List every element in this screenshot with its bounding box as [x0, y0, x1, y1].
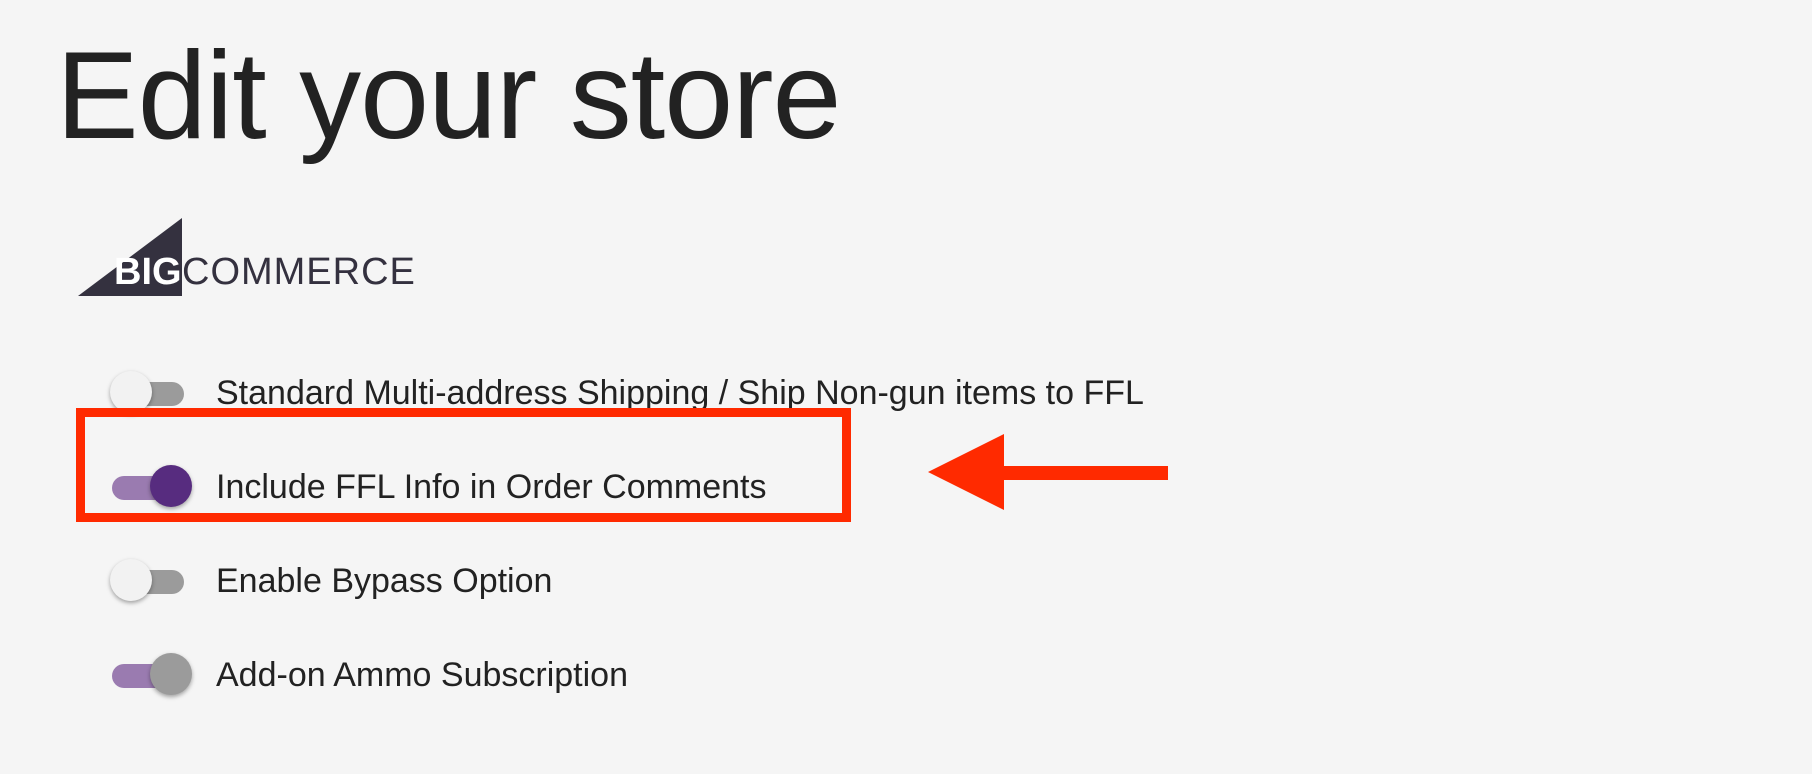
settings-list: Standard Multi-address Shipping / Ship N…	[110, 346, 1144, 722]
toggle-thumb	[150, 653, 192, 695]
toggle-thumb	[110, 371, 152, 413]
left-arrow-icon	[928, 434, 1168, 510]
setting-row-bypass-option: Enable Bypass Option	[110, 534, 552, 628]
bypass-option-toggle[interactable]	[110, 558, 186, 604]
bigcommerce-logo: BIG COMMERCE	[78, 218, 438, 296]
logo-text-commerce: COMMERCE	[182, 251, 416, 293]
bypass-option-label: Enable Bypass Option	[216, 562, 553, 600]
highlight-box	[76, 408, 851, 522]
ammo-subscription-label: Add-on Ammo Subscription	[216, 656, 628, 694]
toggle-thumb	[110, 559, 152, 601]
multi-address-shipping-label: Standard Multi-address Shipping / Ship N…	[216, 374, 1144, 412]
setting-row-ammo-subscription: Add-on Ammo Subscription	[110, 628, 628, 722]
page-title: Edit your store	[56, 27, 841, 165]
ammo-subscription-toggle[interactable]	[110, 652, 192, 698]
logo-text-big: BIG	[114, 251, 182, 293]
